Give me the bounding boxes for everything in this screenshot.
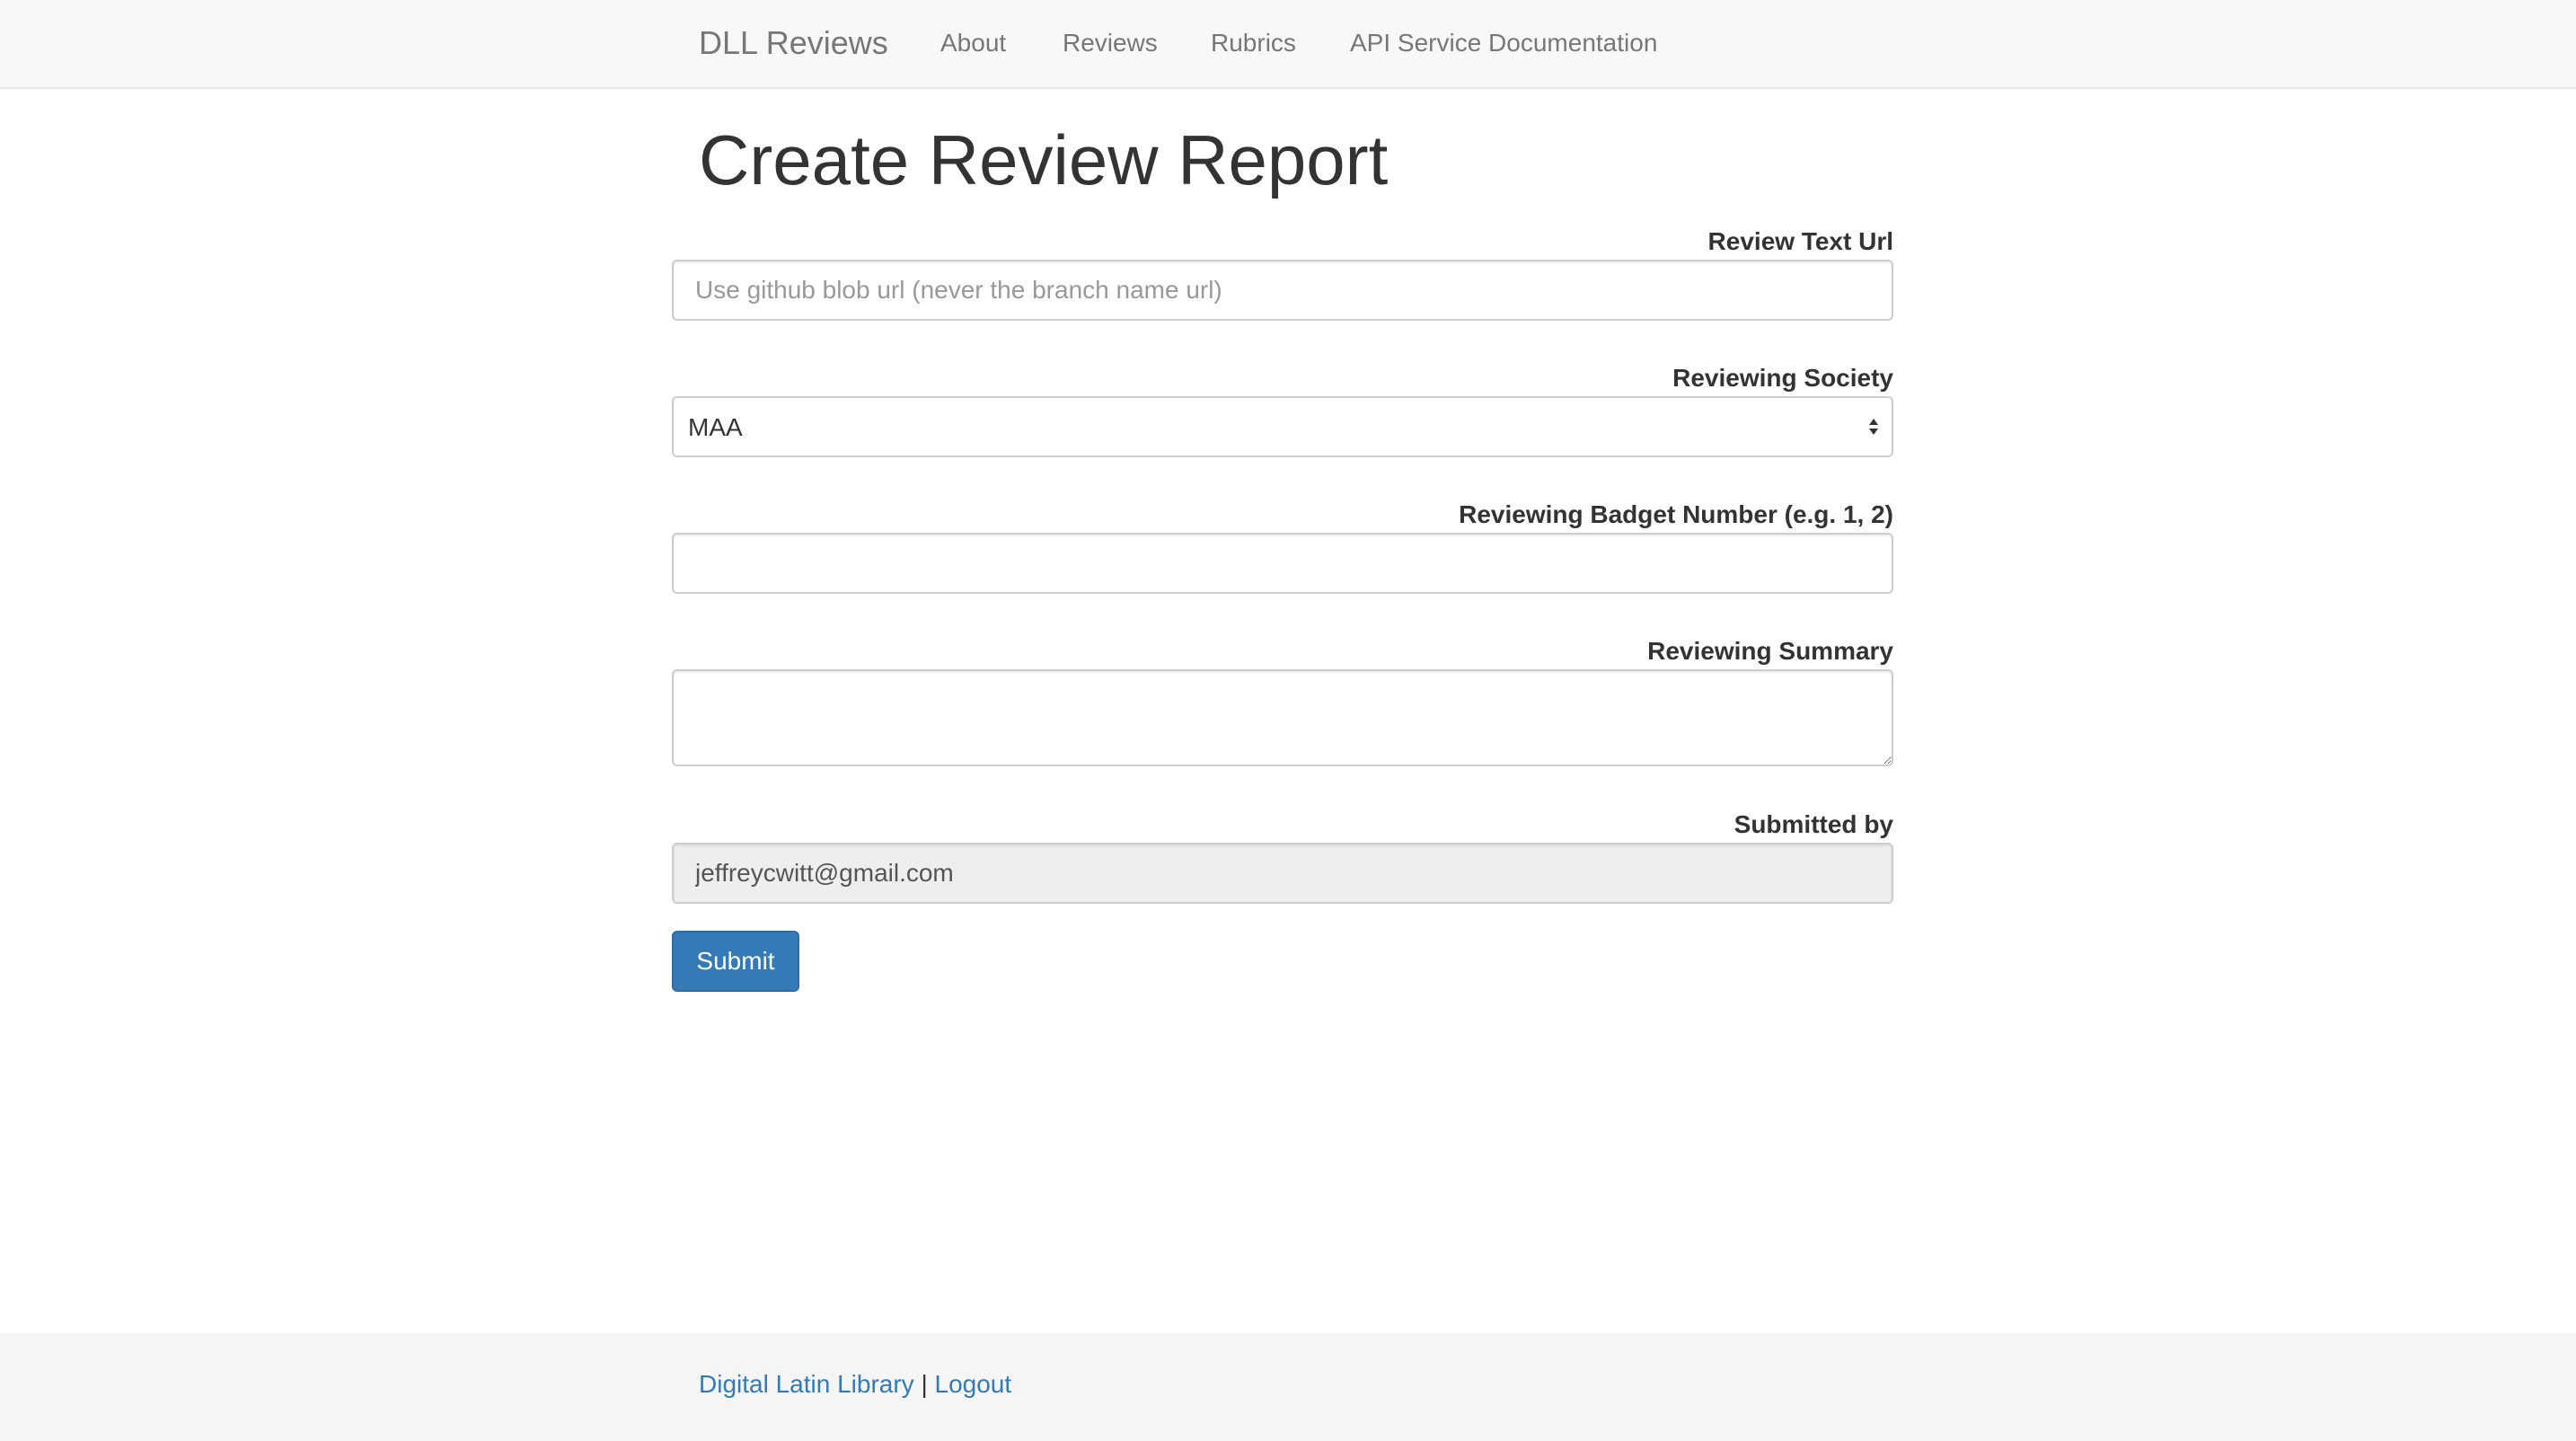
logout-link[interactable]: Logout (935, 1370, 1012, 1398)
reviewing-society-label: Reviewing Society (1672, 364, 1893, 392)
page-title: Create Review Report (699, 120, 1389, 199)
nav-link-reviews[interactable]: Reviews (1063, 29, 1158, 57)
brand-link[interactable]: DLL Reviews (699, 23, 888, 63)
submitted-by-label: Submitted by (1734, 810, 1893, 838)
review-text-url-input[interactable] (672, 260, 1893, 321)
review-text-url-label: Review Text Url (1707, 227, 1893, 255)
reviewing-society-selected-value: MAA (688, 413, 743, 441)
select-updown-arrows-icon (1869, 419, 1878, 435)
nav-link-api-docs[interactable]: API Service Documentation (1350, 29, 1657, 57)
footer: Digital Latin Library | Logout (0, 1333, 2576, 1441)
reviewing-society-select[interactable]: MAA (672, 396, 1893, 457)
nav-link-rubrics[interactable]: Rubrics (1211, 29, 1296, 57)
badge-number-label: Reviewing Badget Number (e.g. 1, 2) (1459, 500, 1893, 528)
submit-button[interactable]: Submit (672, 931, 799, 992)
summary-textarea[interactable] (672, 669, 1893, 766)
digital-latin-library-link[interactable]: Digital Latin Library (699, 1370, 914, 1398)
nav-link-about[interactable]: About (940, 29, 1006, 57)
footer-separator: | (921, 1370, 928, 1398)
summary-label: Reviewing Summary (1647, 637, 1893, 665)
footer-links: Digital Latin Library | Logout (699, 1369, 1011, 1400)
submitted-by-field (672, 843, 1893, 904)
top-navbar: DLL Reviews About Reviews Rubrics API Se… (0, 0, 2576, 89)
badge-number-input[interactable] (672, 533, 1893, 594)
